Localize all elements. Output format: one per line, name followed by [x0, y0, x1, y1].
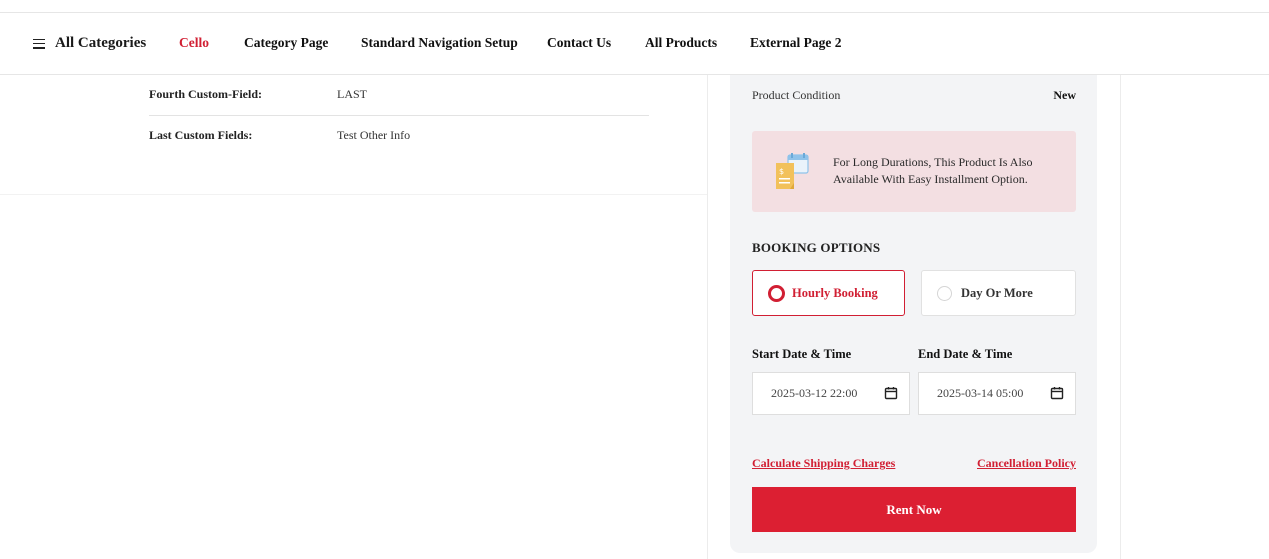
- svg-text:$: $: [779, 167, 784, 176]
- calendar-icon[interactable]: [1050, 386, 1064, 400]
- column-divider: [1120, 75, 1121, 559]
- nav-item-all-products[interactable]: All Products: [645, 35, 717, 51]
- menu-icon: [33, 38, 45, 49]
- all-categories-button[interactable]: All Categories: [33, 35, 146, 52]
- nav-item-cello[interactable]: Cello: [179, 35, 209, 51]
- radio-selected-icon: [768, 285, 785, 302]
- end-datetime-value: 2025-03-14 05:00: [937, 386, 1024, 400]
- start-datetime-label: Start Date & Time: [752, 347, 852, 361]
- spec-label: Fourth Custom-Field:: [149, 87, 262, 101]
- nav-item-contact-us[interactable]: Contact Us: [547, 35, 611, 51]
- day-or-more-label: Day Or More: [961, 286, 1033, 300]
- nav-item-category-page[interactable]: Category Page: [244, 35, 328, 51]
- all-categories-label: All Categories: [55, 35, 147, 51]
- spec-value: LAST: [337, 87, 367, 101]
- start-datetime-input[interactable]: 2025-03-12 22:00: [752, 372, 910, 415]
- calendar-icon[interactable]: [884, 386, 898, 400]
- condition-value: New: [1053, 88, 1076, 102]
- nav-item-standard-navigation-setup[interactable]: Standard Navigation Setup: [361, 35, 518, 51]
- end-datetime-input[interactable]: 2025-03-14 05:00: [918, 372, 1076, 415]
- spec-row: Last Custom Fields: Test Other Info: [149, 128, 649, 148]
- calculate-shipping-link[interactable]: Calculate Shipping Charges: [752, 456, 895, 471]
- start-datetime-value: 2025-03-12 22:00: [771, 386, 858, 400]
- installment-notice: $ For Long Durations, This Product Is Al…: [752, 131, 1076, 212]
- hourly-booking-label: Hourly Booking: [792, 286, 878, 300]
- end-datetime-label: End Date & Time: [918, 347, 1013, 361]
- column-divider: [707, 75, 708, 559]
- cancellation-policy-link[interactable]: Cancellation Policy: [977, 456, 1076, 471]
- condition-label: Product Condition: [752, 88, 841, 102]
- booking-options-title: BOOKING OPTIONS: [752, 240, 881, 255]
- installment-notice-text: For Long Durations, This Product Is Also…: [833, 155, 1033, 186]
- installment-invoice-icon: $: [776, 153, 809, 189]
- spec-value: Test Other Info: [337, 128, 411, 142]
- hourly-booking-option[interactable]: Hourly Booking: [752, 270, 905, 316]
- rent-now-button[interactable]: Rent Now: [752, 487, 1076, 532]
- spec-label: Last Custom Fields:: [149, 128, 253, 142]
- nav-item-external-page-2[interactable]: External Page 2: [750, 35, 841, 51]
- radio-unselected-icon: [937, 286, 952, 301]
- spec-row: Fourth Custom-Field: LAST: [149, 87, 649, 116]
- day-or-more-option[interactable]: Day Or More: [921, 270, 1076, 316]
- main-navigation: All Categories Cello Category Page Stand…: [0, 13, 1269, 75]
